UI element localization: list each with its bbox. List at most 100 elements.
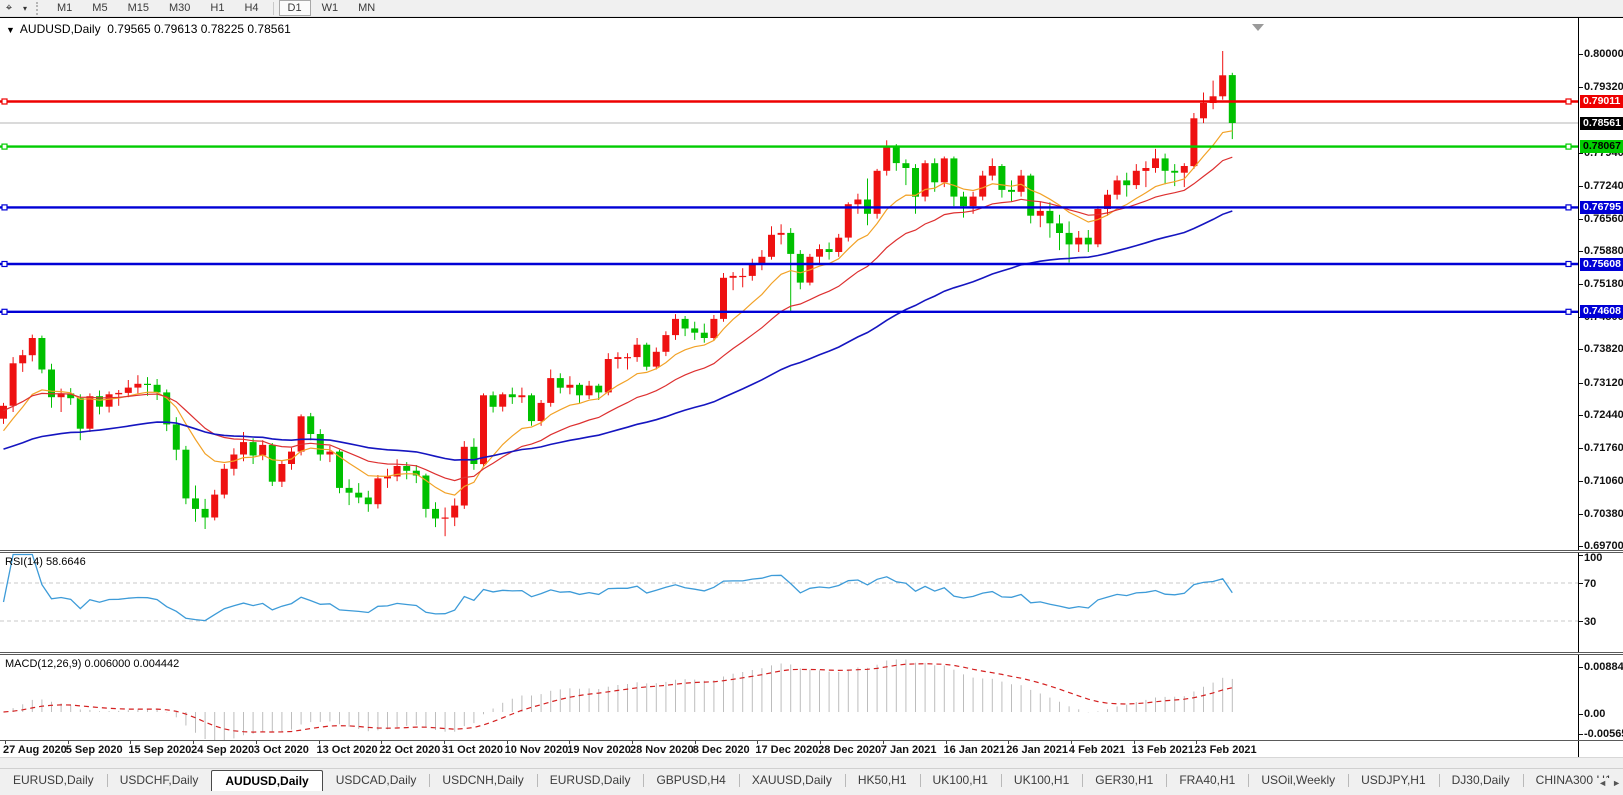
date-axis-label: 28 Dec 2020 xyxy=(818,744,881,756)
candle-body xyxy=(106,394,113,406)
symbol-tab-fra40[interactable]: FRA40,H1 xyxy=(1166,770,1248,791)
symbol-tab-usdcad[interactable]: USDCAD,Daily xyxy=(323,770,430,791)
candle-body xyxy=(950,158,957,196)
date-axis-label: 7 Jan 2021 xyxy=(881,744,937,756)
candle-body xyxy=(0,406,7,419)
tab-scroll-left-icon[interactable]: ◄ xyxy=(1598,778,1607,788)
top-toolbar: ⌖ ▾ M1M5M15M30H1H4 D1W1MN xyxy=(0,0,1623,17)
moving-average-line-21 xyxy=(4,157,1233,480)
symbol-tab-usdjpy[interactable]: USDJPY,H1 xyxy=(1348,770,1438,791)
candle-body xyxy=(672,319,679,335)
date-axis-label: 17 Dec 2020 xyxy=(755,744,818,756)
timeframe-button-m1[interactable]: M1 xyxy=(48,0,81,16)
line-drag-handle[interactable] xyxy=(1566,205,1571,210)
panel-separator[interactable] xyxy=(0,550,1623,553)
candle-body xyxy=(192,498,199,509)
line-drag-handle[interactable] xyxy=(2,309,7,314)
rsi-chart[interactable] xyxy=(0,553,1578,652)
candle-body xyxy=(250,442,257,455)
symbol-tab-usdchf[interactable]: USDCHF,Daily xyxy=(107,770,212,791)
candle-body xyxy=(1066,233,1073,245)
toolbar-grip[interactable] xyxy=(36,2,43,15)
window-bottom-strip xyxy=(0,757,1623,768)
symbol-tab-hk50[interactable]: HK50,H1 xyxy=(845,770,920,791)
line-drag-handle[interactable] xyxy=(2,262,7,267)
date-axis-label: 8 Dec 2020 xyxy=(693,744,750,756)
symbol-tab-eurusd[interactable]: EURUSD,Daily xyxy=(0,770,107,791)
candle-body xyxy=(144,384,151,385)
price-level-label: 0.76795 xyxy=(1580,201,1623,214)
symbol-tab-audusd[interactable]: AUDUSD,Daily xyxy=(211,770,322,791)
rsi-label: RSI(14) 58.6646 xyxy=(5,556,86,568)
line-drag-handle[interactable] xyxy=(2,144,7,149)
main-chart-panel[interactable]: ▼AUDUSD,Daily 0.79565 0.79613 0.78225 0.… xyxy=(0,18,1578,550)
chart-cursor-icon[interactable]: ⌖ xyxy=(0,2,18,15)
candle-body xyxy=(989,166,996,176)
timeframe-button-d1[interactable]: D1 xyxy=(279,0,311,16)
symbol-tab-usdcnh[interactable]: USDCNH,Daily xyxy=(429,770,536,791)
candle-body xyxy=(1162,158,1169,170)
timeframe-button-m15[interactable]: M15 xyxy=(119,0,158,16)
rsi-panel[interactable]: RSI(14) 58.6646 xyxy=(0,553,1578,652)
date-axis-label: 24 Sep 2020 xyxy=(191,744,254,756)
line-drag-handle[interactable] xyxy=(2,99,7,104)
candle-body xyxy=(1037,211,1044,216)
candle-body xyxy=(682,319,689,329)
candle-body xyxy=(278,464,285,482)
candle-body xyxy=(653,352,660,367)
symbol-tab-uk100[interactable]: UK100,H1 xyxy=(1001,770,1082,791)
candle-body xyxy=(883,147,890,171)
moving-average-line-55 xyxy=(4,211,1233,460)
candle-body xyxy=(739,276,746,277)
timeframe-button-m30[interactable]: M30 xyxy=(160,0,199,16)
candle-body xyxy=(1142,168,1149,171)
symbol-tab-xauusd[interactable]: XAUUSD,Daily xyxy=(739,770,845,791)
axis-tick-mark xyxy=(1579,383,1583,384)
axis-tick-label: 0.72440 xyxy=(1584,409,1623,421)
macd-label: MACD(12,26,9) 0.006000 0.004442 xyxy=(5,658,179,670)
candle-body xyxy=(413,471,420,476)
symbol-tab-eurusd[interactable]: EURUSD,Daily xyxy=(537,770,644,791)
rsi-line xyxy=(4,555,1233,621)
symbol-tab-uk100[interactable]: UK100,H1 xyxy=(920,770,1001,791)
price-level-label: 0.74608 xyxy=(1580,305,1623,318)
timeframe-button-w1[interactable]: W1 xyxy=(313,0,348,16)
timeframe-button-h4[interactable]: H4 xyxy=(235,0,267,16)
line-drag-handle[interactable] xyxy=(1566,99,1571,104)
candle-body xyxy=(19,355,26,363)
line-drag-handle[interactable] xyxy=(1566,262,1571,267)
macd-panel[interactable]: MACD(12,26,9) 0.006000 0.004442 xyxy=(0,655,1578,740)
symbol-tab-usoil[interactable]: USOil,Weekly xyxy=(1248,770,1348,791)
macd-chart[interactable] xyxy=(0,655,1578,740)
line-drag-handle[interactable] xyxy=(2,205,7,210)
candle-body xyxy=(221,469,228,495)
line-drag-handle[interactable] xyxy=(1566,144,1571,149)
chart-title: ▼AUDUSD,Daily 0.79565 0.79613 0.78225 0.… xyxy=(6,22,291,36)
candle-body xyxy=(758,257,765,264)
axis-tick-label: 0.73820 xyxy=(1584,343,1623,355)
timeframe-button-h1[interactable]: H1 xyxy=(201,0,233,16)
date-axis-label: 13 Feb 2021 xyxy=(1132,744,1194,756)
tab-scroll-right-icon[interactable]: ► xyxy=(1612,778,1621,788)
collapse-icon[interactable]: ▼ xyxy=(6,25,15,35)
candle-body xyxy=(893,147,900,163)
candle-body xyxy=(77,398,84,429)
candlestick-chart[interactable] xyxy=(0,18,1578,550)
timeframe-button-mn[interactable]: MN xyxy=(349,0,384,16)
candle-body xyxy=(1152,158,1159,168)
symbol-tab-ger30[interactable]: GER30,H1 xyxy=(1082,770,1166,791)
symbol-tab-gbpusd[interactable]: GBPUSD,H4 xyxy=(643,770,738,791)
line-drag-handle[interactable] xyxy=(1566,309,1571,314)
timeframe-button-m5[interactable]: M5 xyxy=(83,0,116,16)
symbol-tab-dj30[interactable]: DJ30,Daily xyxy=(1439,770,1523,791)
axis-tick-mark xyxy=(1579,667,1583,668)
axis-tick-label: 0.75180 xyxy=(1584,278,1623,290)
panel-separator[interactable] xyxy=(0,652,1623,655)
chart-shift-marker-icon[interactable] xyxy=(1252,24,1264,31)
candle-body xyxy=(403,466,410,471)
candle-body xyxy=(701,333,708,338)
candle-body xyxy=(528,395,535,421)
candle-body xyxy=(970,197,977,207)
dropdown-caret-icon[interactable]: ▾ xyxy=(18,4,32,13)
date-axis-label: 5 Sep 2020 xyxy=(66,744,123,756)
